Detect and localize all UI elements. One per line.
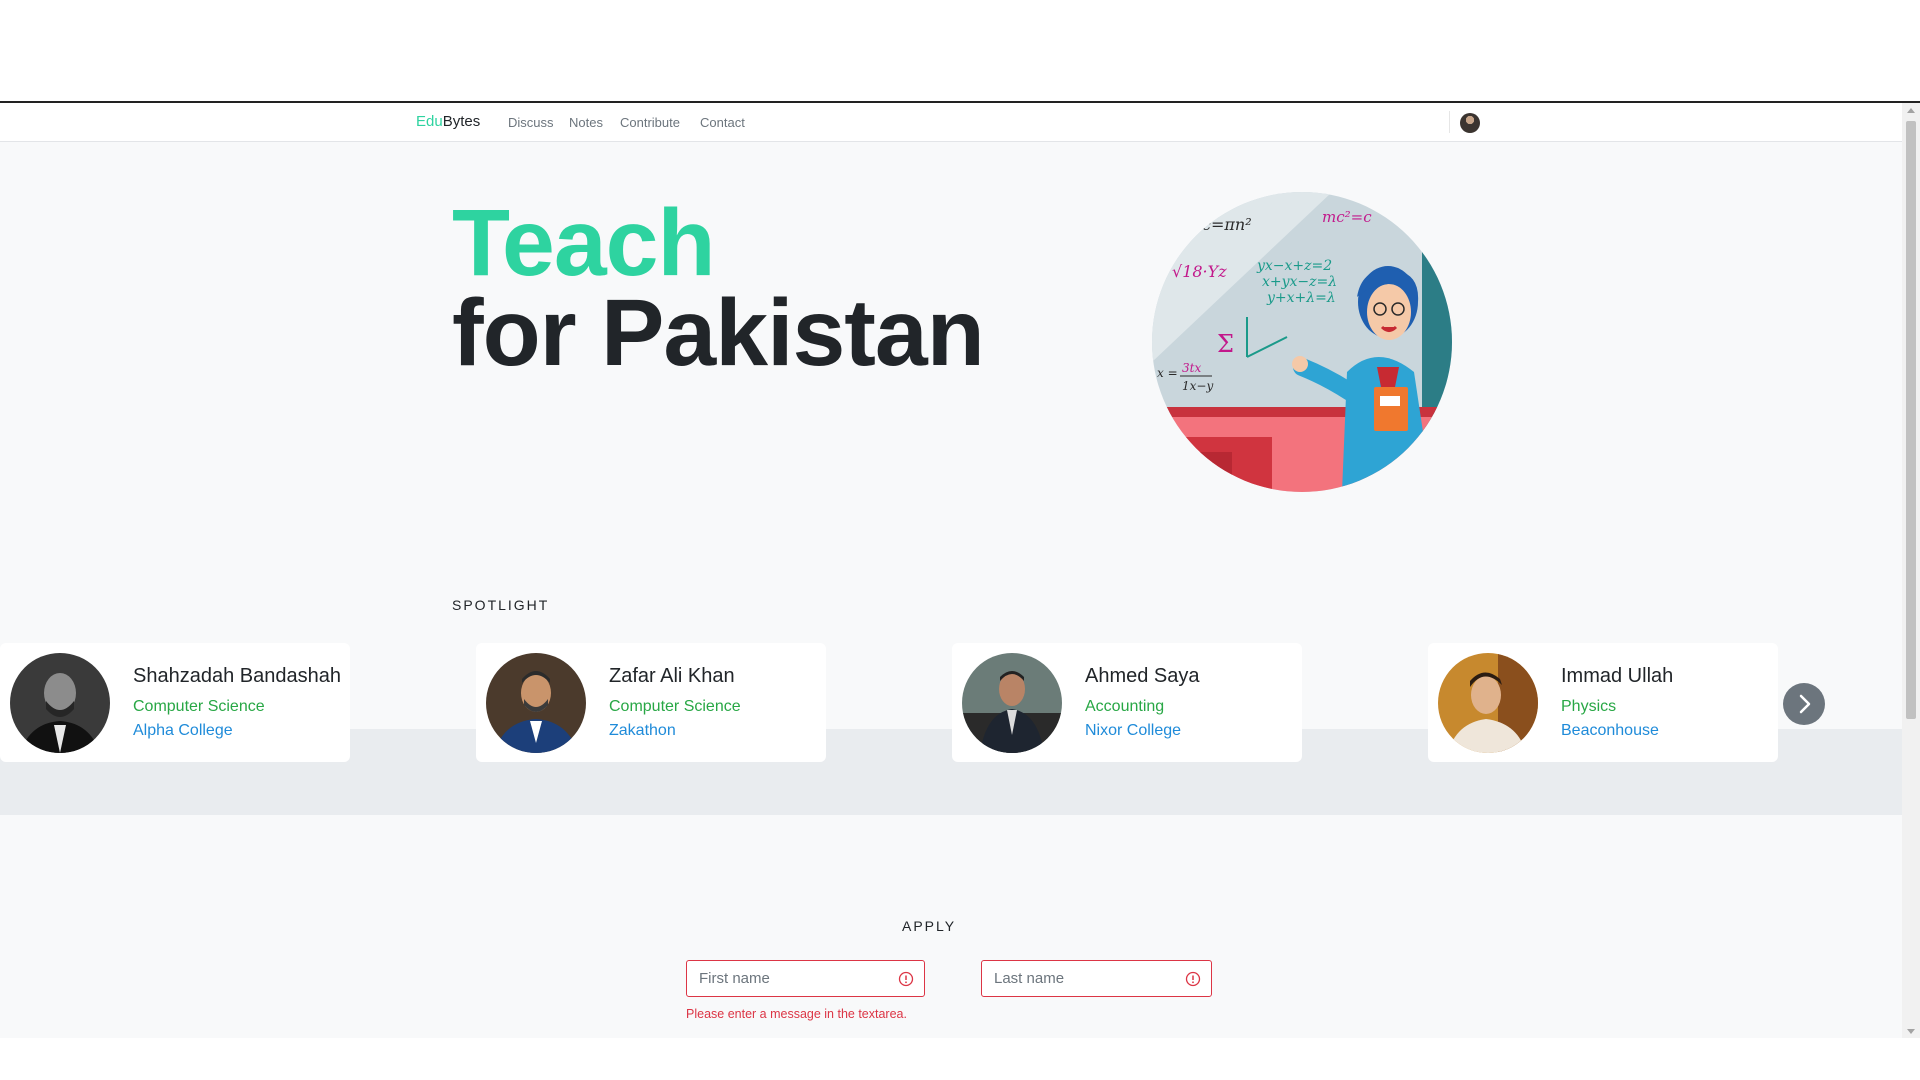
brand-bytes: Bytes — [442, 113, 481, 130]
spotlight-card[interactable]: Immad Ullah Physics Beaconhouse — [1428, 643, 1778, 762]
svg-text:√18·Yz: √18·Yz — [1172, 262, 1227, 281]
last-name-field[interactable] — [981, 960, 1212, 997]
card-subject[interactable]: Accounting — [1085, 698, 1164, 716]
svg-text:x =: x = — [1157, 366, 1178, 380]
scrollbar-thumb[interactable] — [1906, 121, 1916, 719]
first-name-field[interactable] — [686, 960, 925, 997]
nav-contact[interactable]: Contact — [700, 115, 745, 130]
teacher-illustration-icon: c=πn² mc²=c √18·Yz yx−x+z=2 x+yx−z=λ y+x… — [1152, 192, 1452, 492]
svg-text:Σ: Σ — [1217, 330, 1234, 358]
card-name: Zafar Ali Khan — [609, 665, 735, 687]
profile-photo — [10, 653, 110, 753]
form-error-message: Please enter a message in the textarea. — [686, 1007, 907, 1021]
profile-photo — [962, 653, 1062, 753]
svg-text:yx−x+z=2: yx−x+z=2 — [1256, 258, 1332, 274]
svg-text:y+x+λ=λ: y+x+λ=λ — [1266, 290, 1336, 306]
hero-title-teach: Teach — [452, 190, 716, 296]
scroll-up-arrow-icon[interactable] — [1907, 108, 1915, 113]
card-school[interactable]: Alpha College — [133, 722, 233, 740]
error-icon — [898, 971, 914, 987]
card-school[interactable]: Nixor College — [1085, 722, 1181, 740]
spotlight-card[interactable]: Zafar Ali Khan Computer Science Zakathon — [476, 643, 826, 762]
page-scrollbar[interactable] — [1902, 103, 1920, 1038]
error-icon — [1185, 971, 1201, 987]
brand-logo[interactable]: EduBytes — [416, 113, 480, 130]
profile-photo — [1438, 653, 1538, 753]
svg-text:x+yx−z=λ: x+yx−z=λ — [1262, 274, 1337, 290]
svg-text:mc²=c: mc²=c — [1322, 208, 1372, 226]
svg-text:1x−y: 1x−y — [1182, 379, 1213, 393]
card-name: Ahmed Saya — [1085, 665, 1200, 687]
nav-discuss[interactable]: Discuss — [508, 115, 554, 130]
card-name: Shahzadah Bandashah — [133, 665, 341, 687]
navbar: EduBytes Discuss Notes Contribute Contac… — [0, 103, 1902, 142]
first-name-input[interactable] — [699, 970, 889, 987]
page-viewport: EduBytes Discuss Notes Contribute Contac… — [0, 101, 1920, 1038]
nav-contribute[interactable]: Contribute — [620, 115, 680, 130]
nav-notes[interactable]: Notes — [569, 115, 603, 130]
svg-text:c=πn²: c=πn² — [1202, 215, 1252, 234]
carousel-next-button[interactable] — [1783, 683, 1825, 725]
spotlight-card[interactable]: Shahzadah Bandashah Computer Science Alp… — [0, 643, 350, 762]
nav-divider — [1449, 111, 1450, 133]
card-name: Immad Ullah — [1561, 665, 1674, 687]
user-avatar[interactable] — [1460, 113, 1480, 133]
last-name-input[interactable] — [994, 970, 1178, 987]
apply-heading: APPLY — [902, 918, 957, 934]
spotlight-heading: SPOTLIGHT — [452, 597, 550, 613]
spotlight-card[interactable]: Ahmed Saya Accounting Nixor College — [952, 643, 1302, 762]
card-subject[interactable]: Computer Science — [133, 698, 265, 716]
svg-text:3tx: 3tx — [1182, 361, 1201, 375]
card-school[interactable]: Beaconhouse — [1561, 722, 1659, 740]
card-subject[interactable]: Computer Science — [609, 698, 741, 716]
profile-photo — [486, 653, 586, 753]
brand-edu: Edu — [416, 113, 443, 130]
card-school[interactable]: Zakathon — [609, 722, 676, 740]
card-subject[interactable]: Physics — [1561, 698, 1616, 716]
hero-title-pakistan: for Pakistan — [452, 280, 985, 386]
chevron-right-icon — [1799, 694, 1811, 714]
scroll-down-arrow-icon[interactable] — [1907, 1029, 1915, 1034]
